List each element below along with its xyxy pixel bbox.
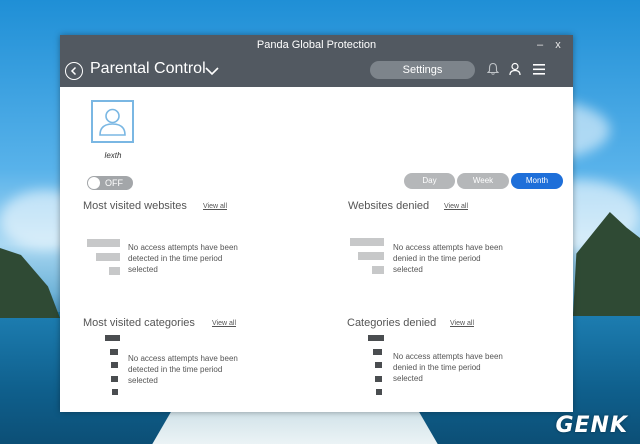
websites-denied-title: Websites denied: [348, 200, 430, 212]
period-month-button[interactable]: Month: [511, 173, 563, 189]
parental-control-toggle[interactable]: OFF: [87, 176, 133, 190]
placeholder-bar: [375, 376, 382, 382]
app-header: Parental Control Settings: [60, 55, 573, 87]
island-left: [0, 248, 60, 318]
most-visited-websites-view-all-link[interactable]: View all: [203, 203, 227, 210]
period-day-button[interactable]: Day: [404, 173, 455, 189]
settings-button[interactable]: Settings: [370, 61, 475, 79]
user-avatar-icon: [99, 108, 126, 136]
window-title: Panda Global Protection: [256, 39, 377, 51]
boat: [150, 408, 440, 444]
toggle-label: OFF: [105, 178, 123, 188]
username-label: lexth: [104, 151, 122, 160]
most-visited-categories-view-all-link[interactable]: View all: [212, 320, 236, 327]
placeholder-bar: [110, 349, 118, 355]
app-window: Panda Global Protection – x Parental Con…: [60, 35, 573, 412]
placeholder-bar: [375, 362, 382, 368]
placeholder-bar: [96, 253, 120, 261]
title-bar: Panda Global Protection – x: [60, 35, 573, 55]
placeholder-bar: [112, 389, 118, 395]
placeholder-bar: [111, 362, 118, 368]
page-title[interactable]: Parental Control: [90, 60, 206, 78]
categories-denied-title: Categories denied: [347, 317, 437, 329]
categories-denied-view-all-link[interactable]: View all: [450, 320, 474, 327]
placeholder-bar: [350, 238, 384, 246]
most-visited-categories-empty-text: No access attempts have been detected in…: [128, 354, 238, 385]
websites-denied-empty-text: No access attempts have been denied in t…: [393, 243, 503, 274]
websites-denied-view-all-link[interactable]: View all: [444, 203, 468, 210]
period-week-button[interactable]: Week: [457, 173, 509, 189]
toggle-knob: [88, 177, 100, 189]
chevron-down-icon[interactable]: [205, 67, 219, 76]
placeholder-bar: [373, 349, 382, 355]
placeholder-bar: [109, 267, 120, 275]
watermark-logo: GENK: [555, 413, 628, 438]
placeholder-bar: [372, 266, 384, 274]
close-button[interactable]: x: [548, 35, 568, 55]
placeholder-bar: [105, 335, 120, 341]
categories-denied-empty-text: No access attempts have been denied in t…: [393, 352, 503, 383]
minimize-button[interactable]: –: [530, 35, 550, 55]
placeholder-bar: [111, 376, 118, 382]
most-visited-websites-empty-text: No access attempts have been detected in…: [128, 243, 238, 274]
menu-icon[interactable]: [533, 64, 545, 75]
placeholder-bar: [358, 252, 384, 260]
avatar[interactable]: [91, 100, 134, 143]
placeholder-bar: [368, 335, 384, 341]
placeholder-bar: [376, 389, 382, 395]
bell-icon[interactable]: [487, 62, 499, 76]
user-icon[interactable]: [509, 62, 521, 76]
most-visited-categories-title: Most visited categories: [83, 317, 195, 329]
placeholder-bar: [87, 239, 120, 247]
back-icon[interactable]: [65, 62, 83, 80]
most-visited-websites-title: Most visited websites: [83, 200, 187, 212]
